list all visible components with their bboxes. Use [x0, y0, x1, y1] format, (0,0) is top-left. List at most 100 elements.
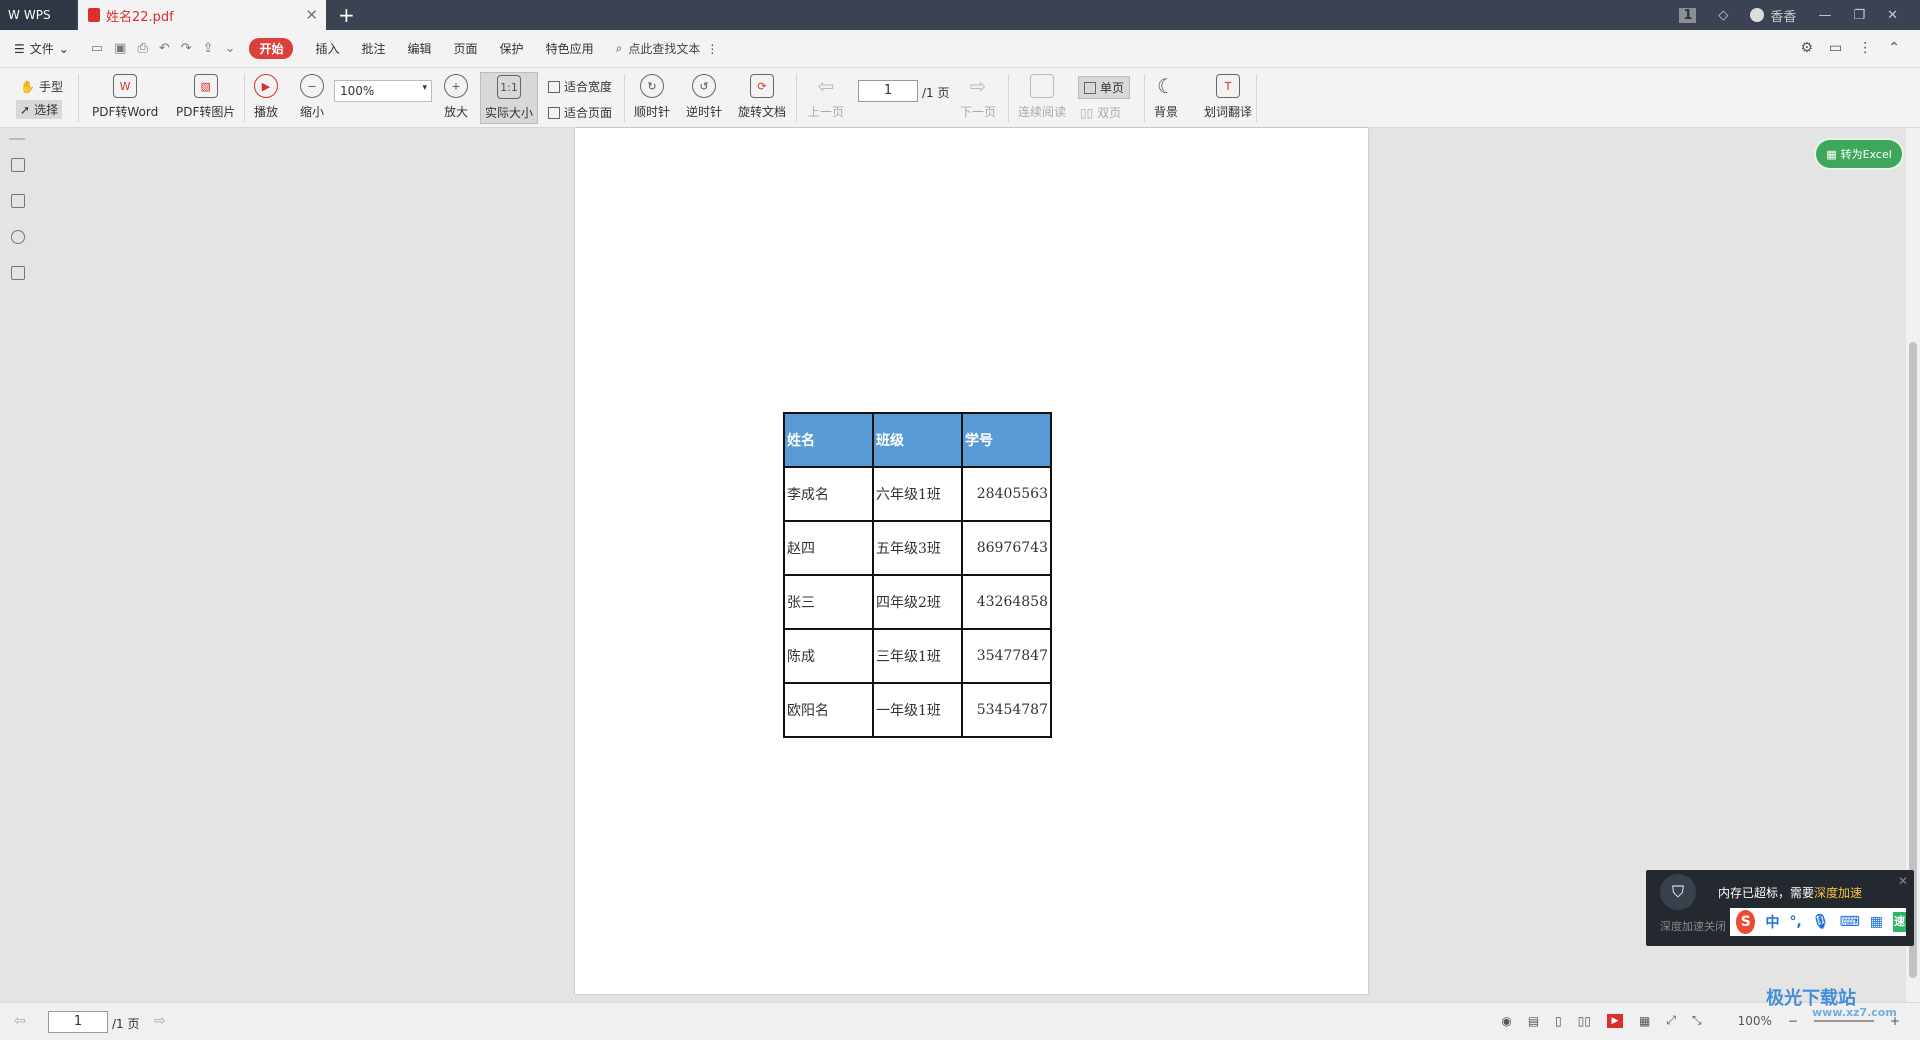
restore-icon[interactable]: ❐ [1853, 8, 1865, 23]
file-menu[interactable]: ☰ 文件 ⌄ [14, 40, 69, 57]
tab-special[interactable]: 特色应用 [546, 40, 594, 57]
eye-protection-icon[interactable]: ◉ [1501, 1014, 1511, 1028]
tab-start[interactable]: 开始 [249, 38, 294, 59]
export-icon[interactable]: ⇪ [203, 41, 214, 56]
sidebar-handle [9, 138, 25, 140]
ime-punctuation[interactable]: °, [1789, 914, 1801, 930]
status-page-input[interactable]: 1 [48, 1011, 108, 1033]
site-watermark: 极光下载站 www.xz7.com [1766, 984, 1897, 1019]
tab-page[interactable]: 页面 [454, 40, 478, 57]
ribbon-toolbar: ✋ 手型 ➚ 选择 W PDF转Word ▧ PDF转图片 ▶ 播放 − 缩小 … [0, 68, 1920, 128]
image-icon: ▧ [193, 74, 218, 98]
pdf-to-image-button[interactable]: ▧ PDF转图片 [176, 74, 235, 120]
convert-to-excel-button[interactable]: ▦ 转为Excel [1816, 140, 1902, 168]
settings-icon[interactable]: ⚙ [1800, 40, 1813, 56]
background-label: 背景 [1154, 105, 1179, 119]
tab-protect[interactable]: 保护 [500, 40, 524, 57]
continuous-view-icon[interactable]: ▤ [1528, 1014, 1539, 1028]
double-view-icon[interactable]: ▯▯ [1578, 1014, 1591, 1028]
comment-icon[interactable]: ▭ [1829, 40, 1842, 56]
zoom-slider[interactable] [1813, 1019, 1874, 1022]
new-tab-button[interactable]: + [338, 3, 355, 27]
fit-view-icon[interactable]: ▦ [1639, 1014, 1650, 1028]
continuous-reading-button[interactable]: 连续阅读 [1018, 74, 1066, 120]
actual-size-button[interactable]: 1:1 实际大小 [480, 72, 539, 124]
tab-annotate[interactable]: 批注 [362, 40, 386, 57]
play-slideshow-icon[interactable]: ▶ [1607, 1013, 1623, 1028]
redo-icon[interactable]: ↷ [181, 41, 192, 56]
deep-accelerate-link[interactable]: 深度加速 [1814, 886, 1862, 900]
rotate-document-button[interactable]: ⟳ 旋转文档 [738, 74, 786, 120]
play-button[interactable]: ▶ 播放 [254, 74, 278, 120]
thumbnail-icon[interactable] [11, 194, 25, 208]
prev-page-button[interactable]: ⇦ 上一页 [808, 74, 844, 120]
title-bar: W WPS 姓名22.pdf ✕ + 1 ◇ 香香 — ❐ ✕ [0, 0, 1920, 30]
header-cell: 学号 [961, 412, 1052, 468]
double-page-icon: ▯▯ [1080, 105, 1094, 120]
id-cell: 53454787 [961, 682, 1052, 738]
notification-subtext[interactable]: 深度加速关闭 [1660, 918, 1726, 934]
name-cell: 张三 [783, 574, 874, 630]
select-tool[interactable]: ➚ 选择 [16, 100, 63, 119]
outline-icon[interactable] [11, 158, 25, 172]
print-icon[interactable]: ⎙ [137, 41, 147, 56]
pdf-to-word-button[interactable]: W PDF转Word [92, 74, 158, 120]
zoom-in-button[interactable]: + 放大 [444, 74, 468, 120]
signature-icon[interactable] [11, 266, 25, 280]
zoom-out-button[interactable]: − 缩小 [300, 74, 324, 120]
save-icon[interactable]: ▣ [114, 41, 126, 56]
expand-icon[interactable]: ⤡ [1692, 1013, 1702, 1028]
page-number-input[interactable]: 1 [858, 80, 918, 102]
header-cell: 班级 [872, 412, 963, 468]
single-page-button[interactable]: 单页 [1078, 76, 1131, 99]
select-label: 选择 [34, 103, 59, 117]
status-next-page-icon[interactable]: ⇨ [154, 1013, 166, 1029]
user-avatar[interactable]: 香香 [1750, 6, 1796, 25]
undo-icon[interactable]: ↶ [159, 41, 170, 56]
hand-tool[interactable]: ✋ 手型 [20, 78, 63, 95]
next-page-button[interactable]: ⇨ 下一页 [960, 74, 996, 120]
fit-width-button[interactable]: 适合宽度 [548, 78, 612, 95]
name-cell: 陈成 [783, 628, 874, 684]
apps-grid-icon[interactable]: ▦ [1870, 914, 1883, 930]
clockwise-label: 顺时针 [634, 105, 671, 119]
ime-toolbar: S 中 °, 🎙 ⌨ ▦ 速 [1730, 908, 1906, 936]
background-button[interactable]: ☾ 背景 [1154, 74, 1178, 120]
find-text-search[interactable]: ⌕ 点此查找文本 ⋮ [616, 40, 719, 57]
zoom-in-label: 放大 [444, 105, 469, 119]
fit-page-button[interactable]: 适合页面 [548, 104, 612, 121]
fit-width-icon [548, 80, 560, 93]
zoom-select[interactable]: 100% ▾ [334, 80, 432, 102]
close-window-icon[interactable]: ✕ [1887, 8, 1898, 23]
ime-mode-chinese[interactable]: 中 [1765, 912, 1779, 932]
close-tab-icon[interactable]: ✕ [305, 6, 318, 24]
ime-accelerate-button[interactable]: 速 [1893, 912, 1906, 932]
open-folder-icon[interactable]: ▭ [91, 41, 103, 56]
more-options-icon[interactable]: ⋮ [1858, 40, 1872, 56]
document-tab-label: 姓名22.pdf [106, 9, 174, 25]
skin-icon[interactable]: ◇ [1718, 8, 1728, 23]
fullscreen-icon[interactable]: ⤢ [1666, 1013, 1676, 1028]
actual-size-icon: 1:1 [497, 75, 521, 99]
wps-app-tab[interactable]: W WPS [0, 0, 76, 30]
minimize-icon[interactable]: — [1818, 8, 1831, 23]
rotate-counterclockwise-button[interactable]: ↺ 逆时针 [686, 74, 722, 120]
sogou-logo-icon[interactable]: S [1736, 910, 1756, 934]
microphone-icon[interactable]: 🎙 [1812, 914, 1830, 930]
annotation-icon[interactable] [11, 230, 25, 244]
name-cell: 李成名 [783, 466, 874, 522]
translate-button[interactable]: T 划词翻译 [1204, 74, 1252, 120]
keyboard-icon[interactable]: ⌨ [1840, 914, 1860, 930]
badge-icon[interactable]: 1 [1679, 7, 1697, 23]
tab-edit[interactable]: 编辑 [408, 40, 432, 57]
more-chevron-icon[interactable]: ⌄ [225, 41, 236, 56]
document-tab[interactable]: 姓名22.pdf ✕ [78, 0, 326, 30]
single-view-icon[interactable]: ▯ [1555, 1014, 1562, 1028]
tab-insert[interactable]: 插入 [315, 40, 339, 57]
double-page-button[interactable]: ▯▯ 双页 [1080, 104, 1121, 121]
status-prev-page-icon[interactable]: ⇦ [14, 1013, 26, 1029]
rotate-clockwise-button[interactable]: ↻ 顺时针 [634, 74, 670, 120]
close-notification-icon[interactable]: ✕ [1898, 874, 1908, 888]
collapse-ribbon-icon[interactable]: ⌃ [1888, 40, 1900, 56]
double-page-label: 双页 [1097, 106, 1122, 120]
